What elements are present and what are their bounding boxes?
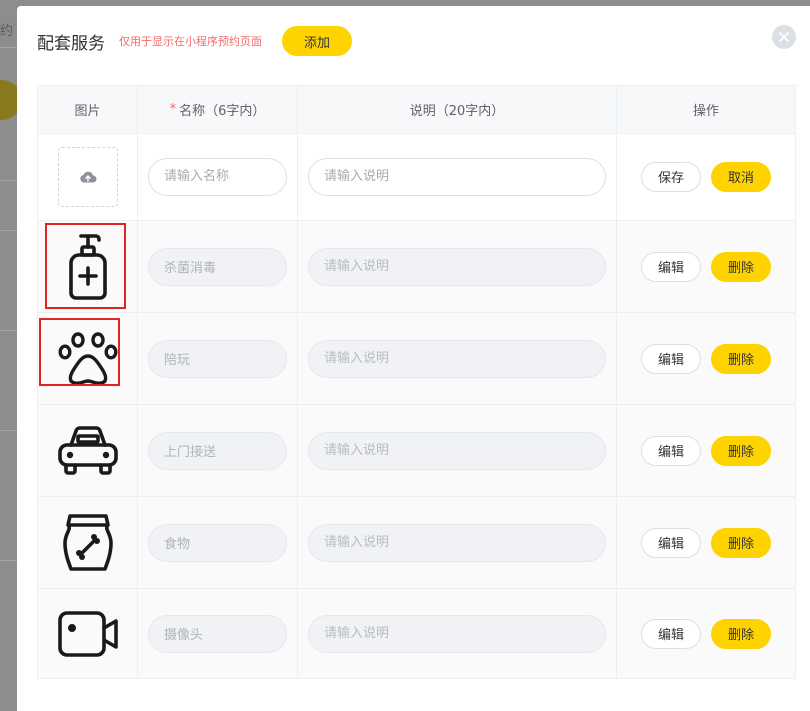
delete-button[interactable]: 删除 xyxy=(711,618,771,649)
edit-button[interactable]: 编辑 xyxy=(641,343,701,374)
table-row-new: 保存 取消 xyxy=(38,133,795,221)
table-row: 编辑 删除 xyxy=(38,313,795,405)
highlight-box xyxy=(44,222,126,309)
description-input[interactable] xyxy=(308,247,606,286)
header-actions: 操作 xyxy=(692,104,719,119)
edit-button[interactable]: 编辑 xyxy=(641,618,701,649)
name-input[interactable] xyxy=(148,157,287,196)
cancel-button[interactable]: 取消 xyxy=(711,161,771,192)
required-mark: * xyxy=(169,102,177,117)
add-button[interactable]: 添加 xyxy=(282,26,352,56)
dialog-header: 配套服务 仅用于显示在小程序预约页面 添加 xyxy=(37,26,352,56)
camera-icon xyxy=(57,610,118,657)
dialog-hint: 仅用于显示在小程序预约页面 xyxy=(119,35,262,48)
delete-button[interactable]: 删除 xyxy=(711,527,771,558)
delete-button[interactable]: 删除 xyxy=(711,435,771,466)
description-input[interactable] xyxy=(308,339,606,378)
highlight-box xyxy=(38,317,120,386)
name-input[interactable] xyxy=(148,247,287,286)
close-button[interactable] xyxy=(772,25,796,49)
dialog-title: 配套服务 xyxy=(37,33,105,54)
description-input[interactable] xyxy=(308,523,606,562)
header-name: * 名称（6字内） xyxy=(138,86,298,133)
name-input[interactable] xyxy=(148,614,287,653)
service-dialog: 配套服务 仅用于显示在小程序预约页面 添加 图片 * 名称（6字内） 说明（20… xyxy=(17,6,810,711)
description-input[interactable] xyxy=(308,157,606,196)
description-input[interactable] xyxy=(308,431,606,470)
table-row: 编辑 删除 xyxy=(38,405,795,497)
header-description: 说明（20字内） xyxy=(298,86,617,133)
header-name-label: 名称（6字内） xyxy=(179,104,266,119)
table-header: 图片 * 名称（6字内） 说明（20字内） 操作 xyxy=(38,86,795,134)
delete-button[interactable]: 删除 xyxy=(711,251,771,282)
table-row: 编辑 删除 xyxy=(38,497,795,589)
save-button[interactable]: 保存 xyxy=(641,161,701,192)
edit-button[interactable]: 编辑 xyxy=(641,251,701,282)
car-icon xyxy=(57,425,118,475)
close-icon xyxy=(779,32,789,42)
pet-food-bag-icon xyxy=(62,513,113,571)
table-row: 编辑 删除 xyxy=(38,589,795,678)
name-input[interactable] xyxy=(148,339,287,378)
header-image: 图片 xyxy=(38,86,138,133)
name-input[interactable] xyxy=(148,431,287,470)
description-input[interactable] xyxy=(308,614,606,653)
cloud-upload-icon xyxy=(79,171,96,182)
services-table: 图片 * 名称（6字内） 说明（20字内） 操作 请输入名称 请输入说明 保存 … xyxy=(37,85,796,679)
background-partial-text: 约 xyxy=(0,24,14,39)
image-upload[interactable] xyxy=(57,146,118,207)
delete-button[interactable]: 删除 xyxy=(711,343,771,374)
name-input[interactable] xyxy=(148,523,287,562)
table-row: 编辑 删除 xyxy=(38,221,795,313)
edit-button[interactable]: 编辑 xyxy=(641,435,701,466)
edit-button[interactable]: 编辑 xyxy=(641,527,701,558)
